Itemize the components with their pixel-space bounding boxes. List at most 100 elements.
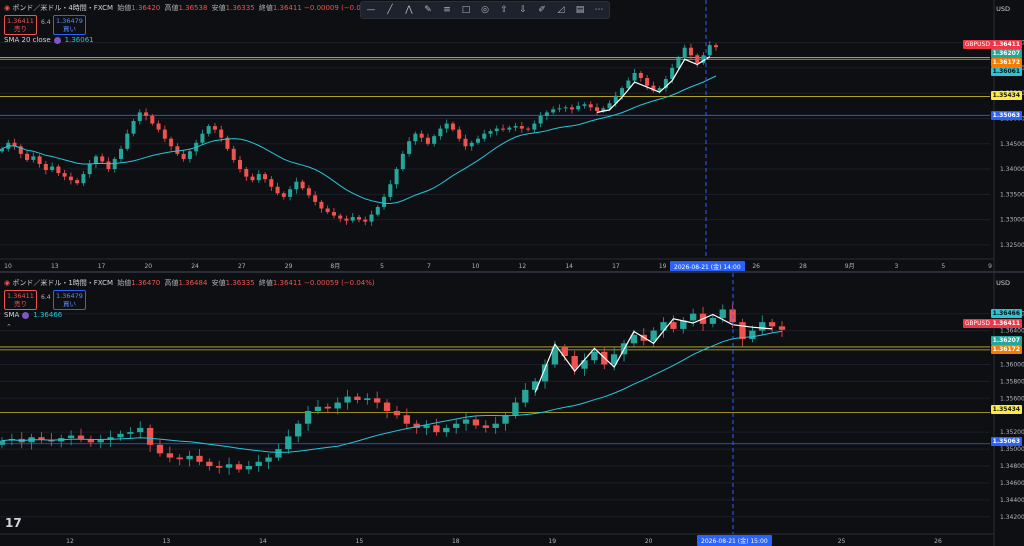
- candle-body: [235, 464, 243, 470]
- candle-body: [475, 138, 481, 143]
- candle-body: [403, 415, 410, 424]
- candle-body: [768, 322, 776, 327]
- sell-button[interactable]: 1.36411 売り: [4, 290, 37, 310]
- candle-body: [255, 461, 262, 466]
- candle-body: [472, 419, 480, 426]
- candle-body: [749, 330, 756, 340]
- candle-body: [146, 427, 154, 445]
- buy-label: 買い: [62, 25, 76, 33]
- spread-value: 6.4: [41, 19, 51, 26]
- trend-line-icon[interactable]: ╱: [384, 4, 396, 16]
- buy-button[interactable]: 1.36479 買い: [53, 290, 86, 310]
- chart-title[interactable]: ポンド／米ドル・1時間・FXCM: [12, 279, 113, 287]
- currency-label[interactable]: USD: [996, 279, 1010, 287]
- candle-body: [37, 156, 42, 164]
- chart-legend-4h: ◉ ポンド／米ドル・4時間・FXCM 始値1.36420 高値1.36538 安…: [4, 4, 375, 12]
- chart-title[interactable]: ポンド／米ドル・4時間・FXCM: [12, 4, 113, 12]
- arrow-down-icon[interactable]: ⇩: [517, 4, 529, 16]
- path-icon[interactable]: ⋀: [403, 4, 415, 16]
- candle-body: [660, 322, 667, 331]
- candle-body: [137, 427, 144, 433]
- currency-label[interactable]: USD: [996, 5, 1010, 13]
- x-tick-label: 3: [895, 263, 899, 270]
- candle-body: [250, 176, 255, 181]
- x-tick-label: 14: [259, 538, 267, 545]
- chart-canvas-1h[interactable]: 1.366001.364001.360001.358001.356001.352…: [0, 273, 1024, 546]
- candle-body: [356, 217, 362, 220]
- candle-body: [175, 146, 180, 154]
- candle-body: [225, 464, 233, 468]
- x-tick-label: 12: [519, 263, 527, 270]
- candle-body: [501, 128, 506, 130]
- candle-body: [594, 107, 600, 111]
- candle-body: [196, 455, 203, 462]
- candle-body: [281, 193, 286, 197]
- candle-body: [400, 153, 405, 170]
- candle-body: [156, 123, 161, 130]
- candle-body: [488, 131, 493, 134]
- tradingview-logo-icon[interactable]: 17: [5, 516, 22, 530]
- candle-body: [117, 433, 124, 438]
- chart-canvas-4h[interactable]: 1.365001.360001.355001.350001.345001.340…: [0, 0, 1024, 271]
- candle-body: [388, 184, 393, 197]
- sma-legend[interactable]: SMA 1.36466: [4, 311, 62, 319]
- buy-button[interactable]: 1.36479 買い: [53, 15, 86, 35]
- x-tick-label: 9月: [845, 263, 855, 270]
- x-tick-label: 29: [285, 263, 293, 270]
- y-tick-label: 1.34500: [1000, 141, 1024, 148]
- y-tick-label: 1.36000: [1000, 361, 1024, 368]
- pattern-icon[interactable]: ◿: [555, 4, 567, 16]
- yellow-level-tag: 1.35434: [990, 91, 1022, 100]
- candle-body: [650, 330, 657, 341]
- candle-body: [200, 133, 205, 143]
- settings-icon[interactable]: [53, 36, 61, 44]
- candle-body: [632, 72, 637, 81]
- candle-body: [778, 326, 786, 330]
- sma-price-tag: 1.36061: [990, 67, 1022, 76]
- y-tick-label: 1.34200: [1000, 514, 1024, 521]
- x-tick-label: 15: [356, 538, 364, 545]
- candle-body: [407, 141, 412, 154]
- candle-body: [689, 313, 697, 321]
- arrow-up-icon[interactable]: ⇧: [498, 4, 510, 16]
- chart-pane-1h[interactable]: 1.366001.364001.360001.358001.356001.352…: [0, 273, 1024, 546]
- orange-level-tag: 1.36172: [990, 345, 1022, 354]
- candle-body: [206, 461, 213, 466]
- symbol-icon: ◉: [4, 4, 11, 12]
- chart-pane-4h[interactable]: 1.365001.360001.355001.350001.345001.340…: [0, 0, 1024, 271]
- candle-body: [507, 127, 512, 130]
- candle-body: [319, 201, 324, 209]
- x-tick-label: 9: [988, 263, 992, 270]
- sma-legend[interactable]: SMA 20 close 1.36061: [4, 36, 94, 44]
- rectangle-icon[interactable]: □: [460, 4, 472, 16]
- candle-body: [176, 457, 183, 460]
- cursor-icon[interactable]: —: [365, 4, 377, 16]
- x-tick-label: 18: [452, 538, 460, 545]
- candle-body: [350, 217, 355, 221]
- candle-body: [544, 112, 549, 116]
- candle-body: [338, 215, 343, 219]
- x-tick-label: 13: [51, 263, 59, 270]
- settings-icon[interactable]: [22, 311, 30, 319]
- candle-body: [334, 402, 341, 409]
- candle-body: [512, 402, 519, 416]
- candle-body: [68, 176, 73, 181]
- candle-body: [393, 411, 401, 416]
- ruler-icon[interactable]: ▤: [574, 4, 586, 16]
- candle-body: [144, 112, 149, 116]
- candle-body: [169, 138, 174, 147]
- y-tick-label: 1.35200: [1000, 429, 1024, 436]
- candle-body: [759, 322, 766, 331]
- candle-body: [106, 161, 111, 170]
- collapse-icon[interactable]: ⌃: [6, 323, 12, 331]
- circle-icon[interactable]: ◎: [479, 4, 491, 16]
- candle-body: [620, 88, 625, 96]
- buy-label: 買い: [62, 300, 76, 308]
- candle-body: [576, 105, 581, 110]
- more-icon[interactable]: ⋯: [593, 4, 605, 16]
- sell-button[interactable]: 1.36411 売り: [4, 15, 37, 35]
- brush-icon[interactable]: ✎: [422, 4, 434, 16]
- candle-body: [125, 133, 130, 149]
- fib-icon[interactable]: ≡: [441, 4, 453, 16]
- pencil-icon[interactable]: ✐: [536, 4, 548, 16]
